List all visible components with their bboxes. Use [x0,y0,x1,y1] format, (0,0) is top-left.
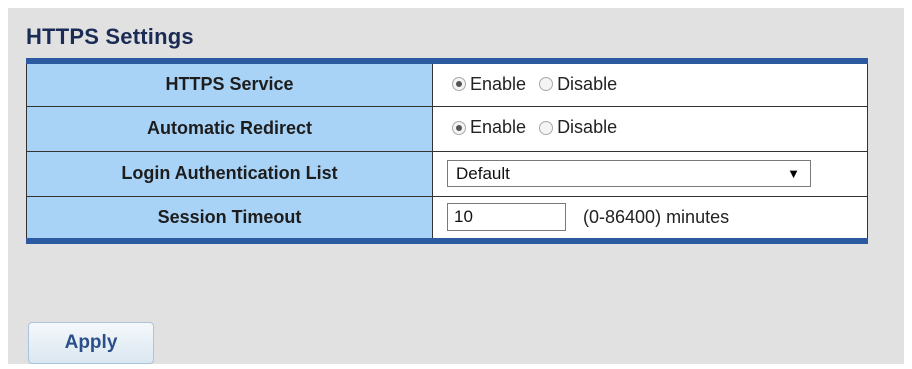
automatic-redirect-radio-group: Enable Disable [447,117,625,138]
login-auth-list-select[interactable]: Default ▼ [447,160,811,187]
session-timeout-unit: (0-86400) minutes [583,206,730,227]
table-row-https-service: HTTPS Service Enable Disable [26,61,868,107]
login-auth-list-value: Default ▼ [432,150,868,197]
session-timeout-input[interactable]: 10 [447,203,566,232]
https-service-enable-radio[interactable] [452,77,466,91]
https-service-label: HTTPS Service [26,61,433,107]
chevron-down-icon[interactable]: ▼ [787,166,800,181]
section-title: HTTPS Settings [26,24,194,49]
table-row-automatic-redirect: Automatic Redirect Enable Disable [26,105,868,152]
https-service-enable-label[interactable]: Enable [470,74,526,95]
apply-button[interactable]: Apply [28,322,154,364]
session-timeout-label: Session Timeout [26,195,433,241]
automatic-redirect-label: Automatic Redirect [26,105,433,152]
automatic-redirect-enable-label[interactable]: Enable [470,117,526,138]
automatic-redirect-value: Enable Disable [432,105,868,152]
settings-panel: HTTPS Settings HTTPS Service Enable Disa… [8,8,904,364]
automatic-redirect-enable-radio[interactable] [452,120,466,135]
automatic-redirect-disable-label[interactable]: Disable [557,117,617,138]
https-service-disable-radio[interactable] [539,77,554,91]
https-service-value: Enable Disable [432,61,868,107]
https-service-disable-label[interactable]: Disable [557,74,617,95]
https-settings-table: HTTPS Service Enable Disable Automatic R… [26,58,868,244]
table-row-login-auth-list: Login Authentication List Default ▼ [26,150,868,197]
session-timeout-value: 10 (0-86400) minutes [432,195,868,241]
login-auth-list-selected-value: Default [456,163,510,183]
table-row-session-timeout: Session Timeout 10 (0-86400) minutes [26,195,868,241]
https-service-radio-group: Enable Disable [447,74,625,95]
login-auth-list-label: Login Authentication List [26,150,433,197]
automatic-redirect-disable-radio[interactable] [539,120,554,135]
